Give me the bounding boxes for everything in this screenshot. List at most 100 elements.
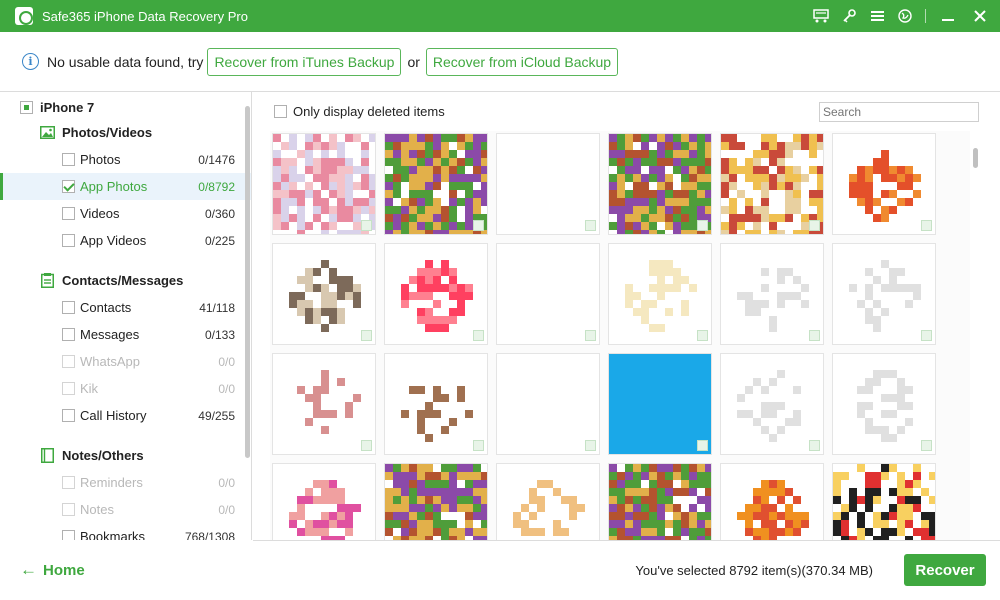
sidebar-item-bookmarks[interactable]: Bookmarks 768/1308	[0, 523, 251, 540]
thumbnail-pixel	[289, 158, 297, 166]
minimize-icon[interactable]	[932, 0, 964, 32]
item-checkbox[interactable]	[62, 409, 75, 422]
device-row[interactable]: iPhone 7	[20, 98, 94, 116]
thumbnail-checkbox[interactable]	[473, 330, 484, 341]
thumbnail-pixel	[409, 520, 417, 528]
photo-thumbnail[interactable]	[384, 463, 488, 540]
thumbnail-checkbox[interactable]	[921, 330, 932, 341]
thumbnail-pixel	[697, 166, 705, 174]
deleted-only-checkbox[interactable]	[274, 104, 287, 118]
item-checkbox[interactable]	[62, 301, 75, 314]
thumbnail-checkbox[interactable]	[921, 440, 932, 451]
key-icon[interactable]	[835, 0, 863, 32]
home-button[interactable]: ← Home	[20, 560, 85, 580]
thumbnail-pixel	[305, 418, 313, 426]
thumbnail-checkbox[interactable]	[809, 330, 820, 341]
photo-thumbnail[interactable]	[832, 463, 936, 540]
thumbnail-pixel	[801, 520, 809, 528]
photo-thumbnail[interactable]	[496, 243, 600, 345]
sidebar: iPhone 7 Photos/Videos Photos 0/1476 App…	[0, 92, 252, 540]
photo-thumbnail[interactable]	[384, 133, 488, 235]
photo-thumbnail[interactable]	[272, 353, 376, 455]
thumbnail-pixel	[889, 206, 897, 214]
thumbnail-pixel	[769, 158, 777, 166]
globe-icon[interactable]	[891, 0, 919, 32]
photo-thumbnail[interactable]	[832, 133, 936, 235]
thumbnail-pixel	[865, 488, 873, 496]
thumbnail-pixel	[329, 300, 337, 308]
deleted-only-filter[interactable]: Only display deleted items	[274, 102, 445, 120]
item-label: Contacts	[80, 300, 132, 315]
photo-thumbnail[interactable]	[384, 243, 488, 345]
thumbnail-pixel	[673, 222, 681, 230]
photo-thumbnail[interactable]	[384, 353, 488, 455]
thumbnail-checkbox[interactable]	[921, 220, 932, 231]
photo-thumbnail[interactable]	[608, 133, 712, 235]
photo-thumbnail[interactable]	[272, 133, 376, 235]
photo-thumbnail[interactable]	[832, 353, 936, 455]
photo-thumbnail[interactable]	[496, 133, 600, 235]
thumbnail-checkbox[interactable]	[697, 220, 708, 231]
search-input[interactable]	[819, 102, 979, 122]
thumbnail-checkbox[interactable]	[473, 220, 484, 231]
photo-thumbnail[interactable]	[272, 243, 376, 345]
photo-thumbnail[interactable]	[608, 243, 712, 345]
grid-scrollbar[interactable]	[973, 148, 978, 168]
sidebar-item-videos[interactable]: Videos 0/360	[0, 200, 251, 227]
thumbnail-checkbox[interactable]	[809, 440, 820, 451]
item-checkbox[interactable]	[62, 328, 75, 341]
thumbnail-checkbox[interactable]	[361, 330, 372, 341]
thumbnail-pixel	[897, 488, 905, 496]
thumbnail-pixel	[617, 504, 625, 512]
menu-icon[interactable]	[863, 0, 891, 32]
thumbnail-pixel	[785, 182, 793, 190]
sidebar-item-app-photos[interactable]: App Photos 0/8792	[0, 173, 251, 200]
thumbnail-pixel	[305, 520, 313, 528]
sidebar-item-app-videos[interactable]: App Videos 0/225	[0, 227, 251, 254]
group-notes-others[interactable]: Notes/Others	[40, 445, 144, 465]
thumbnail-pixel	[729, 206, 737, 214]
cart-icon[interactable]	[807, 0, 835, 32]
sidebar-scrollbar[interactable]	[245, 106, 250, 458]
group-photos-videos[interactable]: Photos/Videos	[40, 122, 152, 142]
photo-thumbnail[interactable]	[608, 353, 712, 455]
thumbnail-checkbox[interactable]	[361, 220, 372, 231]
thumbnail-checkbox[interactable]	[585, 330, 596, 341]
group-contacts-messages[interactable]: Contacts/Messages	[40, 270, 183, 290]
item-checkbox[interactable]	[62, 530, 75, 540]
thumbnail-pixel	[385, 512, 393, 520]
thumbnail-pixel	[753, 496, 761, 504]
thumbnail-pixel	[337, 520, 345, 528]
item-checkbox[interactable]	[62, 207, 75, 220]
thumbnail-checkbox[interactable]	[809, 220, 820, 231]
sidebar-item-messages[interactable]: Messages 0/133	[0, 321, 251, 348]
close-icon[interactable]	[964, 0, 996, 32]
thumbnail-checkbox[interactable]	[473, 440, 484, 451]
recover-button[interactable]: Recover	[904, 554, 986, 586]
thumbnail-pixel	[625, 520, 633, 528]
device-checkbox[interactable]	[20, 100, 33, 114]
photo-thumbnail[interactable]	[720, 353, 824, 455]
sidebar-item-photos[interactable]: Photos 0/1476	[0, 146, 251, 173]
thumbnail-checkbox[interactable]	[697, 440, 708, 451]
thumbnail-checkbox[interactable]	[361, 440, 372, 451]
photo-thumbnail[interactable]	[272, 463, 376, 540]
photo-thumbnail[interactable]	[608, 463, 712, 540]
photo-thumbnail[interactable]	[496, 463, 600, 540]
photo-thumbnail[interactable]	[720, 243, 824, 345]
item-checkbox[interactable]	[62, 180, 75, 193]
thumbnail-pixel	[345, 166, 353, 174]
photo-thumbnail[interactable]	[832, 243, 936, 345]
thumbnail-checkbox[interactable]	[585, 440, 596, 451]
item-checkbox[interactable]	[62, 153, 75, 166]
thumbnail-checkbox[interactable]	[585, 220, 596, 231]
recover-itunes-button[interactable]: Recover from iTunes Backup	[207, 47, 402, 76]
sidebar-item-contacts[interactable]: Contacts 41/118	[0, 294, 251, 321]
recover-icloud-button[interactable]: Recover from iCloud Backup	[425, 47, 619, 76]
photo-thumbnail[interactable]	[720, 133, 824, 235]
thumbnail-checkbox[interactable]	[697, 330, 708, 341]
photo-thumbnail[interactable]	[496, 353, 600, 455]
sidebar-item-call-history[interactable]: Call History 49/255	[0, 402, 251, 429]
item-checkbox[interactable]	[62, 234, 75, 247]
photo-thumbnail[interactable]	[720, 463, 824, 540]
